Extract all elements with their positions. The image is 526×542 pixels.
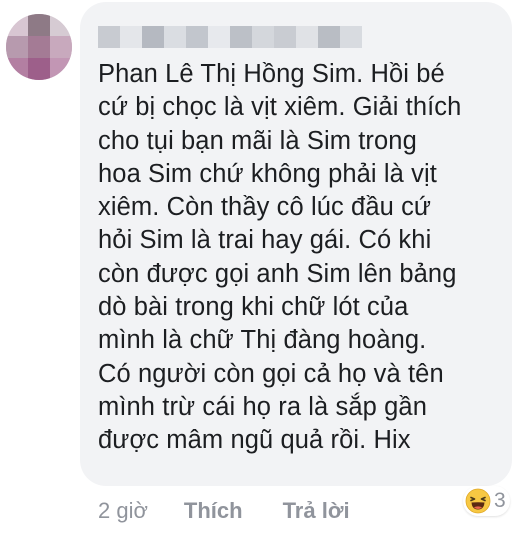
avatar-pixel <box>50 58 72 80</box>
comment-line: còn được gọi anh Sim lên bảng <box>98 259 457 288</box>
redaction-block <box>164 26 186 48</box>
comment-actions: 2 giờ Thích Trả lời <box>98 497 350 525</box>
comment-line: mình là chữ Thị đàng hoàng. <box>98 326 427 355</box>
comment-line: hỏi Sim là trai hay gái. Có khi <box>98 226 432 255</box>
avatar-pixel <box>50 36 72 58</box>
author-name-redacted[interactable] <box>98 22 362 52</box>
redaction-block <box>208 26 230 48</box>
avatar-pixel <box>6 58 28 80</box>
avatar-pixel <box>28 36 50 58</box>
avatar-pixel <box>28 14 50 36</box>
avatar-pixel <box>28 58 50 80</box>
comment-line: dò bài trong khi chữ lót của <box>98 293 409 322</box>
redaction-block <box>318 26 340 48</box>
reply-button[interactable]: Trả lời <box>283 498 350 524</box>
redaction-block <box>230 26 252 48</box>
comment-line: Phan Lê Thị Hồng Sim. Hồi bé <box>98 60 445 88</box>
haha-emoji-icon <box>465 488 491 514</box>
comment-line: hoa Sim chứ không phải là vịt <box>98 159 437 188</box>
avatar[interactable] <box>6 14 72 80</box>
comment-text: Phan Lê Thị Hồng Sim. Hồi bé cứ bị chọc … <box>98 58 498 458</box>
reaction-count: 3 <box>494 489 506 512</box>
comment-line: cho tụi bạn mãi là Sim trong <box>98 126 417 155</box>
redaction-block <box>296 26 318 48</box>
comment-line: xiêm. Còn thầy cô lúc đầu cứ <box>98 193 432 222</box>
like-button[interactable]: Thích <box>184 498 243 524</box>
comment-line: mình trừ cái họ ra là sắp gần <box>98 392 427 421</box>
comment-line: Có người còn gọi cả họ và tên <box>98 359 444 388</box>
reaction-summary[interactable]: 3 <box>463 486 510 516</box>
redaction-block <box>274 26 296 48</box>
avatar-pixel <box>6 14 28 36</box>
redaction-block <box>186 26 208 48</box>
redaction-block <box>142 26 164 48</box>
comment-line: được mâm ngũ quả rồi. Hix <box>98 426 411 455</box>
avatar-pixel <box>50 14 72 36</box>
redaction-block <box>252 26 274 48</box>
avatar-pixel <box>6 36 28 58</box>
redaction-block <box>340 26 362 48</box>
timestamp[interactable]: 2 giờ <box>98 498 148 524</box>
redaction-block <box>98 26 120 48</box>
comment-line: cứ bị chọc là vịt xiêm. Giải thích <box>98 93 462 122</box>
redaction-block <box>120 26 142 48</box>
